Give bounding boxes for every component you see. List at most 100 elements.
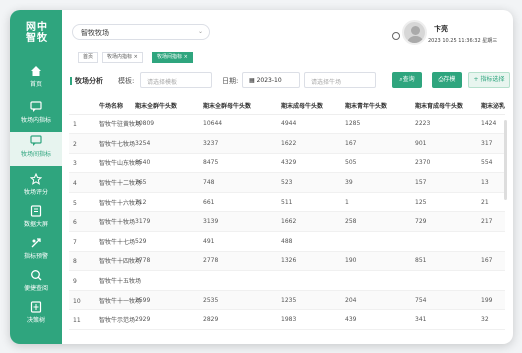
close-icon[interactable]: × xyxy=(134,54,138,60)
alert-icon xyxy=(31,238,41,248)
tab-home[interactable]: 首页 xyxy=(78,52,99,63)
scrollbar[interactable] xyxy=(504,120,507,200)
table-row[interactable]: 3 智牧牛山东牧场 8540 8475 4329 505 2370 554 xyxy=(69,153,505,174)
farm-name-cell: 9 智牧牛十五牧场 xyxy=(69,270,141,291)
value-cell: 2535 xyxy=(199,290,277,311)
value-cell: 439 xyxy=(341,309,411,331)
column-header[interactable]: 期末全群牛头数 xyxy=(131,98,199,115)
value-cell: 8540 xyxy=(131,153,199,174)
value-cell: 491 xyxy=(199,231,277,252)
tab-farm-internal[interactable]: 牧场内指标 × xyxy=(102,52,143,63)
tab-farm-between[interactable]: 牧场间指标 × xyxy=(152,52,193,63)
query-button[interactable]: ⌕查询 xyxy=(392,72,422,88)
date-picker[interactable]: ▦ 2023-10 xyxy=(242,72,300,88)
sidebar-item-farm-score[interactable]: 牧场评分 xyxy=(10,170,62,204)
screen-icon xyxy=(30,205,42,217)
sidebar-item-home[interactable]: 首页 xyxy=(10,62,62,96)
value-cell: 2370 xyxy=(411,153,477,174)
sidebar-item-decision-tree[interactable]: 决策树 xyxy=(10,298,62,332)
value-cell: 3179 xyxy=(131,211,199,233)
add-indicator-button[interactable]: + 指标选择 xyxy=(468,72,510,88)
farm-name: 智牧牛十五牧场 xyxy=(99,278,142,286)
farm-name-cell: 4 智牧牛十二牧场 xyxy=(69,172,141,193)
table-row[interactable]: 10 智牧牛十一牧场 2599 2535 1235 204 754 199 xyxy=(69,290,505,311)
value-cell: 39 xyxy=(341,172,411,193)
value-cell: 8475 xyxy=(199,153,277,174)
save-button[interactable]: ⎙存模 xyxy=(432,72,462,88)
value-cell: 4944 xyxy=(277,114,341,135)
column-header[interactable]: 期末泌乳母牛头 xyxy=(477,98,505,115)
farm-name-cell: 10 智牧牛十一牧场 xyxy=(69,290,141,311)
bell-icon[interactable] xyxy=(392,32,400,40)
value-cell xyxy=(477,270,505,291)
row-index: 8 xyxy=(73,258,77,266)
sidebar-item-quick-search[interactable]: 便捷查阅 xyxy=(10,266,62,300)
value-cell: 1662 xyxy=(277,211,341,233)
column-header[interactable]: 牛场名称 xyxy=(69,98,131,115)
avatar[interactable] xyxy=(402,20,427,45)
table-row[interactable]: 9 智牧牛十五牧场 xyxy=(69,270,505,291)
sidebar-item-label: 首页 xyxy=(29,81,42,88)
column-header[interactable]: 期末青年牛头数 xyxy=(341,98,411,115)
table-row[interactable]: 6 智牧牛十牧场 3179 3139 1662 258 729 217 xyxy=(69,211,505,233)
value-cell xyxy=(341,270,411,291)
farm-name-cell: 11 智牧牛示范场 xyxy=(69,309,135,331)
value-cell: 901 xyxy=(411,133,477,154)
template-select[interactable]: 请选择模板 xyxy=(140,72,212,88)
column-header[interactable]: 期末育成母牛头数 xyxy=(411,98,477,115)
table-row[interactable]: 7 智牧牛十七场 529 491 488 xyxy=(69,231,505,252)
value-cell: 554 xyxy=(477,153,505,174)
row-index: 6 xyxy=(73,219,77,227)
value-cell xyxy=(477,231,505,252)
table-row[interactable]: 4 智牧牛十二牧场 765 748 523 39 157 13 xyxy=(69,172,505,193)
data-table: 牛场名称 期末全群牛头数 期末全群母牛头数 期末成母牛头数 期末青年牛头数 期末… xyxy=(69,98,505,344)
value-cell: 1326 xyxy=(277,251,341,272)
sidebar-item-farm-between[interactable]: 牧场间指标 xyxy=(10,132,62,166)
value-cell xyxy=(341,231,411,252)
value-cell: 2778 xyxy=(131,251,199,272)
date-label: 日期: xyxy=(222,77,239,85)
chat-icon xyxy=(30,101,42,112)
value-cell: 341 xyxy=(411,309,477,331)
chevron-down-icon: ⌄ xyxy=(197,28,203,35)
value-cell: 1285 xyxy=(341,114,411,135)
farm-name: 智牧牛示范场 xyxy=(99,317,136,325)
app-logo: 网中 智牧 xyxy=(26,22,48,44)
value-cell xyxy=(277,270,341,291)
current-datetime: 2023 10.25 11:36:32 星期三 xyxy=(428,38,498,44)
value-cell: 10809 xyxy=(131,114,199,135)
value-cell: 729 xyxy=(411,211,477,233)
farm-select[interactable]: 智牧牧场 ⌄ xyxy=(72,24,210,40)
home-icon xyxy=(31,66,41,76)
app-window: 网中 智牧 首页 牧场内指标 牧场间指标 牧场评分 数据大屏 指标预警 便捷查阅… xyxy=(10,10,513,344)
value-cell: 157 xyxy=(411,172,477,193)
table-header-row: 牛场名称 期末全群牛头数 期末全群母牛头数 期末成母牛头数 期末青年牛头数 期末… xyxy=(69,98,505,115)
value-cell: 765 xyxy=(131,172,199,193)
row-index: 11 xyxy=(73,317,81,325)
value-cell: 1983 xyxy=(277,309,341,331)
value-cell: 217 xyxy=(477,211,505,233)
value-cell: 3237 xyxy=(199,133,277,154)
value-cell: 190 xyxy=(341,251,411,272)
table-row[interactable]: 1 智牧牛驻黄牧场 10809 10644 4944 1285 2223 1424 xyxy=(69,114,505,135)
value-cell: 167 xyxy=(341,133,411,154)
farm-name-cell: 2 智牧牛七牧场 xyxy=(69,133,135,154)
column-header[interactable]: 期末全群母牛头数 xyxy=(199,98,277,115)
table-row[interactable]: 5 智牧牛十六牧场 712 661 511 1 125 21 xyxy=(69,192,505,213)
table-row[interactable]: 2 智牧牛七牧场 3254 3237 1622 167 901 317 xyxy=(69,133,505,154)
sidebar-item-data-screen[interactable]: 数据大屏 xyxy=(10,202,62,236)
close-icon[interactable]: × xyxy=(184,54,188,60)
value-cell: 3139 xyxy=(199,211,277,233)
table-row[interactable]: 8 智牧牛十四牧场 2778 2778 1326 190 851 167 xyxy=(69,251,505,272)
value-cell: 32 xyxy=(477,309,505,331)
sidebar-item-alert[interactable]: 指标预警 xyxy=(10,234,62,268)
column-header[interactable]: 期末成母牛头数 xyxy=(277,98,341,115)
user-name: 卞亮 xyxy=(434,25,448,33)
value-cell: 754 xyxy=(411,290,477,311)
value-cell: 204 xyxy=(341,290,411,311)
sidebar-item-farm-internal[interactable]: 牧场内指标 xyxy=(10,98,62,132)
table-row[interactable]: 11 智牧牛示范场 2929 2829 1983 439 341 32 xyxy=(69,309,505,331)
value-cell: 2829 xyxy=(199,309,277,331)
star-icon xyxy=(30,173,42,185)
indicator-select[interactable]: 请选择牛场 xyxy=(304,72,376,88)
